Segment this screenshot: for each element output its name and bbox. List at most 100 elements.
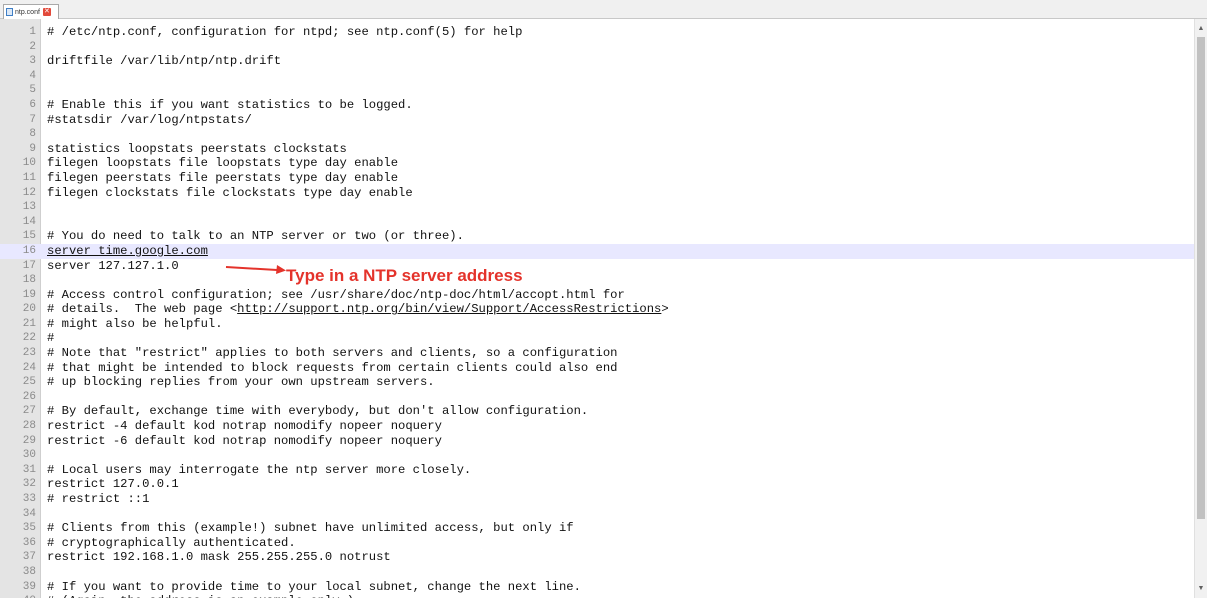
- file-icon: [6, 8, 13, 16]
- code-line[interactable]: 30: [0, 448, 1194, 463]
- code-line[interactable]: 29 restrict -6 default kod notrap nomodif…: [0, 434, 1194, 449]
- line-number: 24: [22, 361, 36, 374]
- line-number: 23: [22, 347, 36, 360]
- code-line[interactable]: 4: [0, 69, 1194, 84]
- line-text: # up blocking replies from your own upst…: [47, 375, 435, 390]
- code-line-current[interactable]: 16 server time.google.com: [0, 243, 1194, 259]
- line-number: 14: [22, 215, 36, 228]
- code-line[interactable]: 9 statistics loopstats peerstats clocksta…: [0, 142, 1194, 157]
- scroll-up-icon[interactable]: ▲: [1195, 23, 1207, 35]
- line-text: statistics loopstats peerstats clockstat…: [47, 141, 347, 156]
- line-number: 21: [22, 317, 36, 330]
- line-text: # /etc/ntp.conf, configuration for ntpd;…: [47, 25, 523, 39]
- line-text: #statsdir /var/log/ntpstats/: [47, 112, 252, 127]
- code-line[interactable]: 32 restrict 127.0.0.1: [0, 477, 1194, 492]
- code-line[interactable]: 6 # Enable this if you want statistics to…: [0, 98, 1194, 113]
- line-number: 39: [22, 580, 36, 593]
- line-number: 18: [22, 274, 36, 287]
- line-text: # Local users may interrogate the ntp se…: [47, 462, 472, 477]
- code-line[interactable]: 12 filegen clockstats file clockstats typ…: [0, 186, 1194, 201]
- line-text: # restrict ::1: [47, 492, 150, 506]
- line-number: 3: [29, 55, 36, 68]
- line-text: restrict -4 default kod notrap nomodify …: [47, 419, 442, 434]
- line-number: 40: [0, 594, 36, 598]
- line-number: 19: [22, 288, 36, 301]
- code-line[interactable]: 37 restrict 192.168.1.0 mask 255.255.255.…: [0, 550, 1194, 565]
- code-line[interactable]: 34: [0, 507, 1194, 522]
- line-number: 26: [22, 390, 36, 403]
- scrollbar-thumb[interactable]: [1197, 37, 1205, 519]
- code-line[interactable]: 8: [0, 127, 1194, 142]
- line-number: 11: [22, 171, 36, 184]
- code-line[interactable]: 39 # If you want to provide time to your …: [0, 580, 1194, 595]
- line-number: 37: [22, 551, 36, 564]
- line-number: 9: [29, 142, 36, 155]
- code-line[interactable]: 40 # (Again, the address is an example on…: [0, 594, 1194, 598]
- line-number: 10: [22, 157, 36, 170]
- annotation-label: Type in a NTP server address: [286, 266, 523, 285]
- line-number: 22: [22, 332, 36, 345]
- code-line[interactable]: 38: [0, 565, 1194, 580]
- code-line[interactable]: 5: [0, 83, 1194, 98]
- vertical-scrollbar[interactable]: ▲ ▼: [1194, 19, 1207, 598]
- code-line[interactable]: 33 # restrict ::1: [0, 492, 1194, 507]
- line-number: 16: [22, 244, 36, 257]
- line-number: 4: [29, 69, 36, 82]
- line-number: 20: [22, 303, 36, 316]
- line-number: 29: [22, 434, 36, 447]
- line-number: 7: [29, 113, 36, 126]
- code-line[interactable]: 11 filegen peerstats file peerstats type …: [0, 171, 1194, 186]
- line-number: 33: [22, 493, 36, 505]
- code-line[interactable]: 13: [0, 200, 1194, 215]
- line-text: # Access control configuration; see /usr…: [47, 287, 625, 302]
- tab-ntp-conf[interactable]: ntp.conf ✕: [3, 4, 59, 19]
- code-line[interactable]: 31 # Local users may interrogate the ntp …: [0, 463, 1194, 478]
- line-number: 12: [22, 186, 36, 199]
- code-line[interactable]: 3 driftfile /var/lib/ntp/ntp.drift: [0, 54, 1194, 69]
- line-number: 36: [22, 536, 36, 549]
- line-text: filegen peerstats file peerstats type da…: [47, 170, 399, 185]
- line-text-suffix: >: [661, 302, 669, 317]
- tab-label: ntp.conf: [15, 8, 40, 16]
- code-line[interactable]: 19 # Access control configuration; see /u…: [0, 288, 1194, 303]
- line-number: 30: [22, 449, 36, 462]
- url-link[interactable]: http://support.ntp.org/bin/view/Support/…: [237, 302, 661, 316]
- code-line[interactable]: 36 # cryptographically authenticated.: [0, 536, 1194, 551]
- code-line[interactable]: 7 #statsdir /var/log/ntpstats/: [0, 113, 1194, 128]
- line-number: 8: [29, 128, 36, 141]
- code-line[interactable]: 17 server 127.127.1.0: [0, 259, 1194, 274]
- line-number: 13: [22, 201, 36, 214]
- line-text: # By default, exchange time with everybo…: [47, 404, 589, 419]
- code-line[interactable]: 18: [0, 273, 1194, 288]
- code-line[interactable]: 1 # /etc/ntp.conf, configuration for ntpd…: [0, 25, 1194, 40]
- code-line[interactable]: 35 # Clients from this (example!) subnet …: [0, 521, 1194, 536]
- code-line[interactable]: 28 restrict -4 default kod notrap nomodif…: [0, 419, 1194, 434]
- code-line[interactable]: 15 # You do need to talk to an NTP server…: [0, 229, 1194, 244]
- code-line[interactable]: 10 filegen loopstats file loopstats type …: [0, 156, 1194, 171]
- line-number: 32: [22, 478, 36, 491]
- code-line[interactable]: 27 # By default, exchange time with every…: [0, 404, 1194, 419]
- line-number: 1: [29, 26, 36, 38]
- code-line[interactable]: 2: [0, 40, 1194, 55]
- line-number: 27: [22, 405, 36, 418]
- code-line[interactable]: 25 # up blocking replies from your own up…: [0, 375, 1194, 390]
- line-text: # details. The web page <http://support.…: [47, 302, 669, 317]
- line-number: 6: [29, 98, 36, 111]
- line-text: # might also be helpful.: [47, 316, 223, 331]
- line-number: 35: [22, 522, 36, 535]
- code-line[interactable]: 22 #: [0, 331, 1194, 346]
- close-icon[interactable]: ✕: [42, 8, 51, 16]
- line-text: # You do need to talk to an NTP server o…: [47, 229, 464, 244]
- text-editor[interactable]: 1 # /etc/ntp.conf, configuration for ntpd…: [0, 19, 1194, 598]
- line-text: filegen loopstats file loopstats type da…: [47, 156, 399, 171]
- line-text: filegen clockstats file clockstats type …: [47, 185, 413, 200]
- line-text: # Note that "restrict" applies to both s…: [47, 346, 618, 361]
- code-line[interactable]: 20 # details. The web page <http://suppor…: [0, 302, 1194, 317]
- scroll-down-icon[interactable]: ▼: [1195, 583, 1207, 595]
- line-text: # that might be intended to block reques…: [47, 360, 618, 375]
- code-line[interactable]: 23 # Note that "restrict" applies to both…: [0, 346, 1194, 361]
- code-line[interactable]: 14: [0, 215, 1194, 230]
- code-line[interactable]: 24 # that might be intended to block requ…: [0, 361, 1194, 376]
- code-line[interactable]: 26: [0, 390, 1194, 405]
- code-line[interactable]: 21 # might also be helpful.: [0, 317, 1194, 332]
